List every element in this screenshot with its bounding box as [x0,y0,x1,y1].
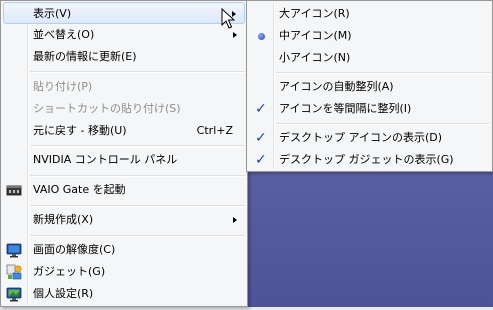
menu-item-refresh[interactable]: 最新の情報に更新(E) [3,46,245,68]
menu-item-screen-resolution[interactable]: 画面の解像度(C) [3,239,245,261]
menu-item-auto-arrange[interactable]: アイコンの自動整列(A) [249,76,490,98]
menu-separator [30,175,245,177]
vaio-gate-icon [6,182,22,198]
submenu-arrow-icon [233,217,237,223]
menu-item-show-desktop-gadgets[interactable]: ✓ デスクトップ ガジェットの表示(G) [249,149,490,171]
menu-item-new[interactable]: 新規作成(X) [3,209,245,231]
mouse-pointer-icon [221,8,235,29]
menu-separator [30,205,245,207]
menu-item-paste[interactable]: 貼り付け(P) [3,76,245,98]
menu-separator [276,123,490,125]
view-submenu: 大アイコン(R) 中アイコン(M) 小アイコン(N) アイコンの自動整列(A) … [246,0,493,172]
menu-item-vaio-gate[interactable]: VAIO Gate を起動 [3,179,245,201]
check-icon: ✓ [255,130,267,146]
menu-separator [30,235,245,237]
menu-item-paste-shortcut[interactable]: ショートカットの貼り付け(S) [3,98,245,120]
menu-item-view[interactable]: 表示(V) [3,2,245,24]
menu-item-large-icons[interactable]: 大アイコン(R) [249,3,490,25]
menu-item-personalize[interactable]: 個人設定(R) [3,283,245,305]
monitor-icon [6,242,22,258]
menu-separator [30,145,245,147]
menu-item-medium-icons[interactable]: 中アイコン(M) [249,25,490,47]
submenu-arrow-icon [233,32,237,38]
desktop-background[interactable] [246,172,493,307]
menu-item-show-desktop-icons[interactable]: ✓ デスクトップ アイコンの表示(D) [249,127,490,149]
check-icon: ✓ [255,152,267,168]
check-icon: ✓ [255,101,267,117]
menu-item-sort[interactable]: 並べ替え(O) [3,24,245,46]
shortcut-text: Ctrl+Z [196,124,233,137]
menu-item-align-to-grid[interactable]: ✓ アイコンを等間隔に整列(I) [249,98,490,120]
radio-selected-icon [258,33,265,40]
menu-separator [276,72,490,74]
desktop-context-menu: 表示(V) 並べ替え(O) 最新の情報に更新(E) 貼り付け(P) ショートカッ… [0,0,248,307]
menu-item-nvidia-control-panel[interactable]: NVIDIA コントロール パネル [3,149,245,171]
menu-separator [30,71,245,73]
menu-item-small-icons[interactable]: 小アイコン(N) [249,47,490,69]
gadgets-icon [6,264,22,280]
menu-item-gadgets[interactable]: ガジェット(G) [3,261,245,283]
personalize-icon [6,286,22,302]
menu-item-undo-move[interactable]: 元に戻す - 移動(U) Ctrl+Z [3,120,245,142]
